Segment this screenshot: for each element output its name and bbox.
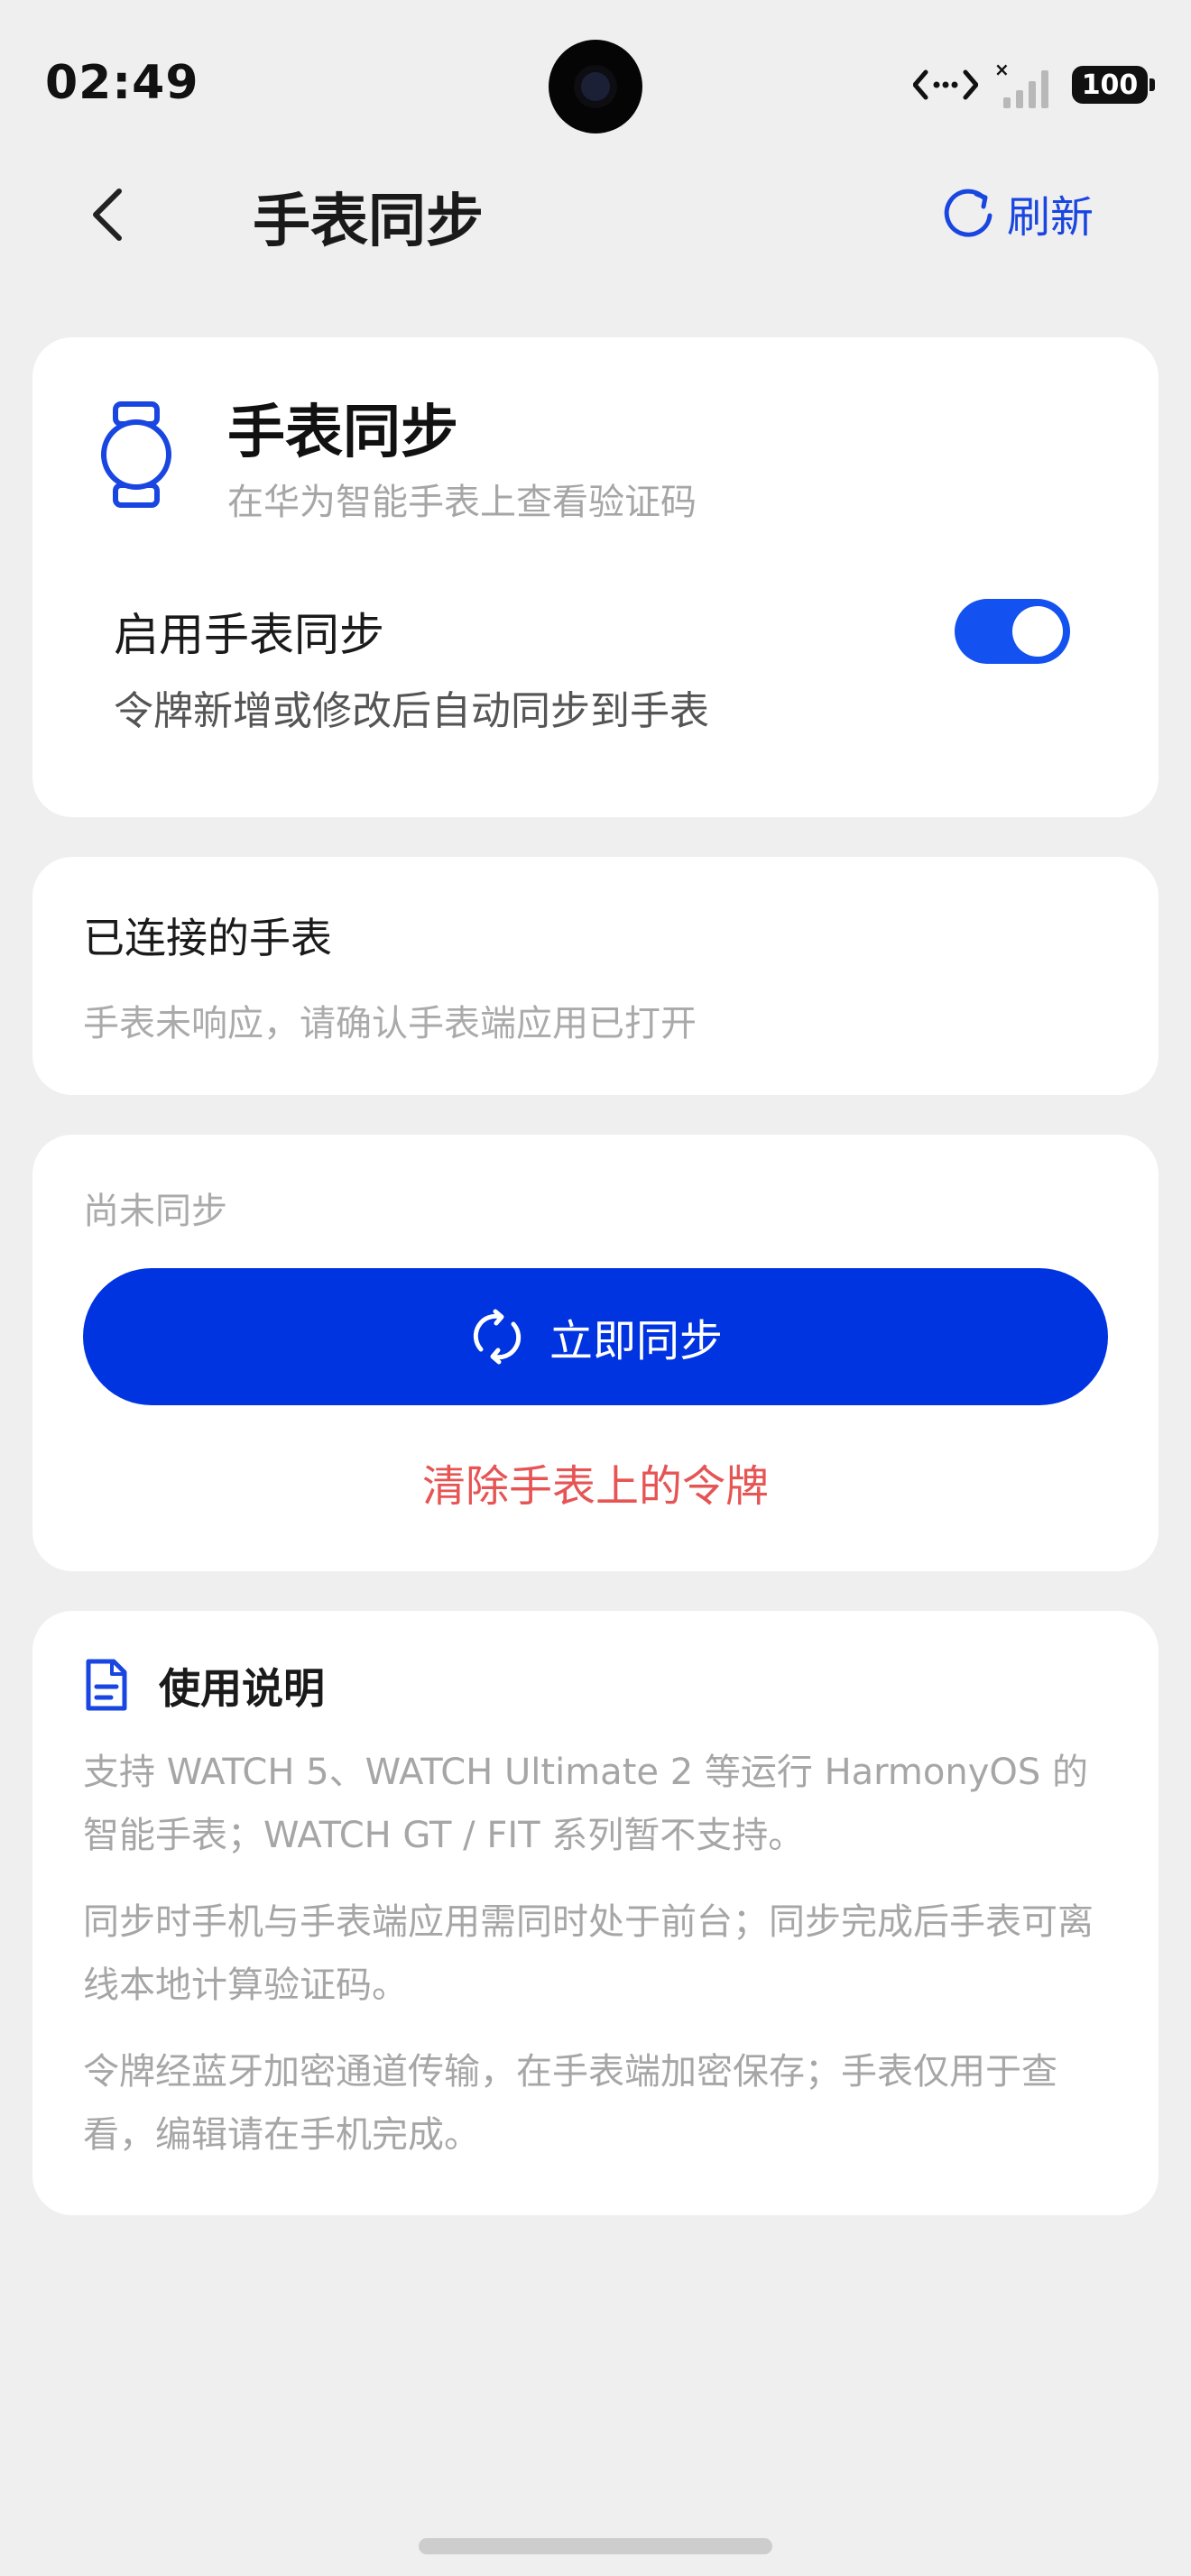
connected-watch-title: 已连接的手表: [83, 914, 332, 962]
card-title: 手表同步: [227, 400, 458, 466]
page-title: 手表同步: [253, 189, 484, 255]
instructions-title: 使用说明: [159, 1664, 325, 1713]
sync-now-button[interactable]: 立即同步: [83, 1268, 1108, 1405]
instructions-card: 使用说明 支持 WATCH 5、WATCH Ultimate 2 等运行 Har…: [32, 1611, 1159, 2215]
connected-watch-hint: 手表未响应，请确认手表端应用已打开: [83, 1003, 697, 1044]
svg-text:×: ×: [994, 60, 1010, 80]
sync-status-text: 尚未同步: [83, 1191, 227, 1232]
app-header: 手表同步 刷新: [0, 162, 1191, 262]
watch-sync-card: 手表同步 在华为智能手表上查看验证码 启用手表同步 令牌新增或修改后自动同步到手…: [32, 337, 1159, 817]
refresh-icon: [944, 189, 992, 237]
toggle-knob: [1012, 606, 1063, 657]
status-bar: 02:49 × 100: [0, 0, 1191, 171]
sync-now-label: 立即同步: [549, 1316, 723, 1366]
data-transfer-icon: [913, 69, 978, 100]
sync-icon: [473, 1309, 522, 1365]
refresh-label: 刷新: [1006, 192, 1094, 243]
connected-watch-card: 已连接的手表 手表未响应，请确认手表端应用已打开: [32, 857, 1159, 1095]
status-time: 02:49: [45, 56, 199, 110]
instructions-paragraph: 支持 WATCH 5、WATCH Ultimate 2 等运行 HarmonyO…: [83, 1752, 1088, 1856]
card-subtitle: 在华为智能手表上查看验证码: [227, 482, 697, 523]
instructions-paragraph: 令牌经蓝牙加密通道传输，在手表端加密保存；手表仅用于查看，编辑请在手机完成。: [83, 2051, 1057, 2156]
clear-watch-tokens-button[interactable]: 清除手表上的令牌: [32, 1450, 1159, 1513]
enable-sync-label: 启用手表同步: [114, 609, 384, 661]
document-icon: [86, 1659, 127, 1711]
sync-actions-card: 尚未同步 立即同步 清除手表上的令牌: [32, 1135, 1159, 1571]
no-signal-icon: ×: [994, 60, 1048, 108]
front-camera: [549, 40, 642, 133]
home-indicator[interactable]: [419, 2538, 772, 2554]
enable-sync-toggle[interactable]: [955, 599, 1070, 664]
instructions-paragraph: 同步时手机与手表端应用需同时处于前台；同步完成后手表可离线本地计算验证码。: [83, 1901, 1094, 2006]
battery-indicator: 100: [1072, 66, 1155, 104]
refresh-button[interactable]: 刷新: [940, 180, 1094, 245]
watch-sync-screen: 02:49 × 100 手表同步 刷新 手表同步 在华为智能手表上查看验证码 启…: [0, 0, 1191, 2576]
back-button[interactable]: [72, 179, 144, 251]
status-icons: × 100: [913, 58, 1155, 112]
chevron-left-icon: [93, 189, 122, 241]
smartwatch-icon: [101, 401, 171, 508]
enable-sync-description: 令牌新增或修改后自动同步到手表: [114, 688, 709, 734]
